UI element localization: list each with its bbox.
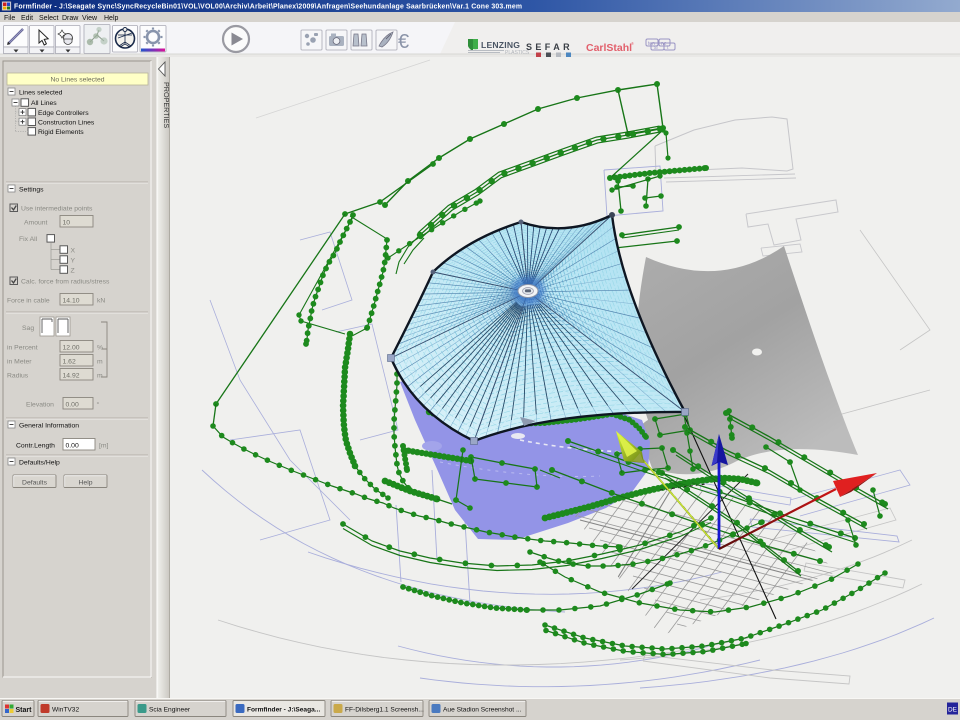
svg-text:Aue Stadion Screenshot ...: Aue Stadion Screenshot ... <box>443 707 522 714</box>
svg-text:[m]: [m] <box>99 442 109 449</box>
svg-text:m: m <box>97 372 103 379</box>
svg-text:Defaults/Help: Defaults/Help <box>19 460 60 467</box>
svg-text:14.92: 14.92 <box>63 372 80 379</box>
svg-text:Defaults: Defaults <box>22 479 48 486</box>
svg-text:si: si <box>654 45 658 51</box>
svg-text:Help: Help <box>104 15 119 22</box>
svg-text:FF-Dilsberg1.1 Screensh...: FF-Dilsberg1.1 Screensh... <box>345 707 424 714</box>
svg-text:1.62: 1.62 <box>63 358 76 365</box>
svg-text:kN: kN <box>97 297 105 304</box>
svg-text:DE: DE <box>948 707 957 714</box>
svg-text:Contr.Length: Contr.Length <box>16 442 55 449</box>
svg-text:Help: Help <box>79 479 93 486</box>
svg-text:Select: Select <box>39 15 59 22</box>
svg-text:Formfinder - J:\Seaga...: Formfinder - J:\Seaga... <box>247 707 320 714</box>
svg-text:%: % <box>97 344 103 351</box>
svg-text:0.00: 0.00 <box>66 442 79 449</box>
svg-text:Edit: Edit <box>21 15 33 22</box>
svg-text:Rigid Elements: Rigid Elements <box>38 129 84 136</box>
svg-text:Settings: Settings <box>19 187 44 194</box>
svg-text:LENZING: LENZING <box>481 40 520 50</box>
svg-text:PROPERTIES: PROPERTIES <box>162 82 171 128</box>
svg-text:CarlStahl: CarlStahl <box>586 42 632 54</box>
svg-text:14.10: 14.10 <box>63 297 80 304</box>
svg-text:X: X <box>71 247 76 254</box>
svg-text:10: 10 <box>63 219 71 226</box>
svg-text:€: € <box>398 31 409 53</box>
svg-text:Force in cable: Force in cable <box>7 297 50 304</box>
svg-text:Construction Lines: Construction Lines <box>38 119 95 126</box>
svg-text:General Information: General Information <box>19 423 79 430</box>
svg-text:Edge Controllers: Edge Controllers <box>38 110 89 117</box>
svg-text:ne: ne <box>661 41 667 47</box>
svg-text:0.00: 0.00 <box>66 401 79 408</box>
svg-text:Fix All: Fix All <box>19 236 38 243</box>
svg-text:in Meter: in Meter <box>7 358 32 365</box>
svg-text:Use intermediate points: Use intermediate points <box>21 205 93 212</box>
svg-text:No Lines selected: No Lines selected <box>50 77 104 84</box>
svg-text:View: View <box>82 15 98 22</box>
svg-text:Sag: Sag <box>22 325 34 332</box>
svg-text:Radius: Radius <box>7 372 29 379</box>
svg-text:°: ° <box>97 400 100 408</box>
svg-text:Y: Y <box>71 257 76 264</box>
svg-text:SEFAR: SEFAR <box>526 42 573 52</box>
svg-text:Calc. force from radius/stress: Calc. force from radius/stress <box>21 278 110 285</box>
svg-text:Z: Z <box>71 267 75 274</box>
svg-text:12.00: 12.00 <box>63 344 80 351</box>
svg-text:File: File <box>4 15 15 22</box>
svg-text:Start: Start <box>16 707 33 714</box>
svg-text:All Lines: All Lines <box>31 100 57 107</box>
svg-text:Elevation: Elevation <box>26 401 54 408</box>
svg-text:WinTV32: WinTV32 <box>52 707 79 714</box>
svg-text:in Percent: in Percent <box>7 344 38 351</box>
svg-text:®: ® <box>631 41 634 46</box>
svg-text:Draw: Draw <box>62 15 79 22</box>
svg-text:Scia Engineer: Scia Engineer <box>149 707 191 714</box>
svg-text:Lines selected: Lines selected <box>19 90 63 97</box>
svg-text:Amount: Amount <box>24 219 48 226</box>
svg-text:Formfinder - J:\Seagate Sync\S: Formfinder - J:\Seagate Sync\SyncRecycle… <box>14 4 522 11</box>
svg-text:m: m <box>97 358 103 365</box>
